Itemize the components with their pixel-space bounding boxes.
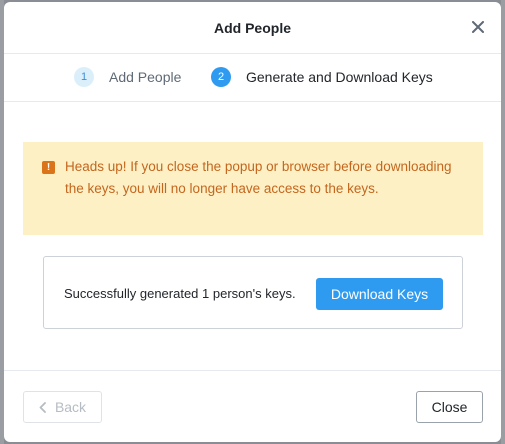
step-add-people: 1 Add People xyxy=(74,67,181,87)
result-panel: Successfully generated 1 person's keys. … xyxy=(43,256,463,329)
modal-backdrop-right xyxy=(501,0,505,444)
step-label-generate-keys: Generate and Download Keys xyxy=(246,69,433,85)
back-button[interactable]: Back xyxy=(23,391,102,423)
close-footer-button[interactable]: Close xyxy=(416,391,483,423)
step-generate-keys: 2 Generate and Download Keys xyxy=(211,67,433,87)
close-button[interactable] xyxy=(467,16,489,38)
step-label-add-people: Add People xyxy=(109,69,182,85)
step-number-2: 2 xyxy=(211,67,231,87)
download-keys-button[interactable]: Download Keys xyxy=(316,278,443,310)
back-button-label: Back xyxy=(54,399,87,415)
chevron-left-icon xyxy=(39,401,46,413)
modal-header: Add People xyxy=(4,2,501,54)
result-message: Successfully generated 1 person's keys. xyxy=(64,286,296,301)
exclamation-icon: ! xyxy=(42,161,55,174)
modal-title: Add People xyxy=(213,19,291,36)
modal-footer: Back Close xyxy=(4,370,501,442)
warning-banner: ! Heads up! If you close the popup or br… xyxy=(23,142,483,235)
step-number-1: 1 xyxy=(74,67,94,87)
warning-text: Heads up! If you close the popup or brow… xyxy=(65,159,452,196)
stepper: 1 Add People 2 Generate and Download Key… xyxy=(4,55,501,102)
add-people-modal: Add People 1 Add People 2 Generate and D… xyxy=(4,2,501,442)
close-icon xyxy=(472,21,484,33)
